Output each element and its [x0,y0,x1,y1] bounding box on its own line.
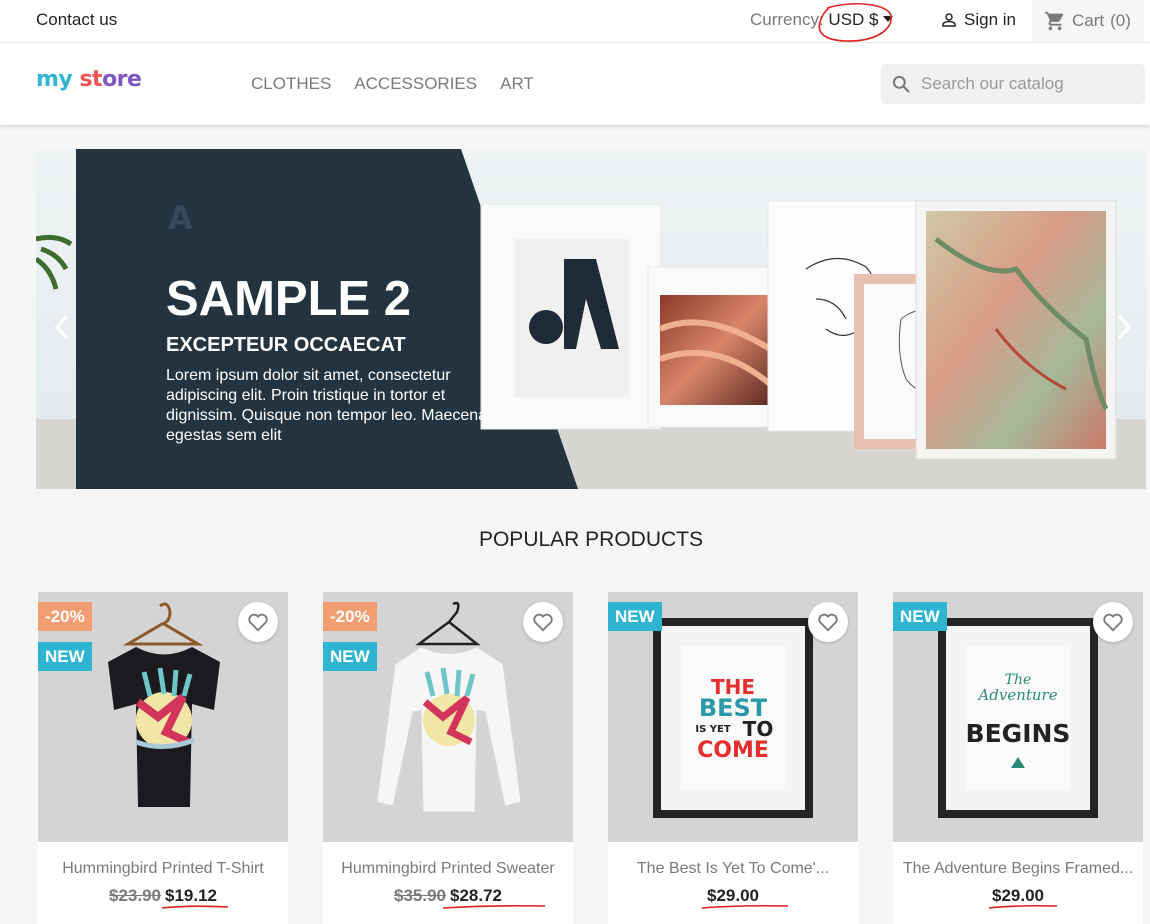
product-card[interactable]: -20% NEW Hummingbird Printed T-Shirt $23… [38,592,288,924]
logo-part: st [79,67,103,92]
user-icon [942,13,956,27]
currency-label: Currency: [750,10,824,29]
cart-count: (0) [1110,11,1131,30]
new-badge: NEW [38,642,92,671]
discount-badge: -20% [323,602,377,631]
poster-line: BEGINS [966,719,1071,748]
annotation-circle [818,3,892,42]
main-header: my store CLOTHES ACCESSORIES ART [0,43,1150,125]
chevron-right-icon[interactable] [1114,312,1134,342]
search-box [881,64,1145,104]
new-badge: NEW [608,602,662,631]
svg-text:A: A [168,199,193,237]
product-card[interactable]: The Adventure BEGINS NEW The Adventure B… [893,592,1143,924]
wishlist-button[interactable] [808,602,848,642]
regular-price: $23.90 [109,886,161,905]
product-card[interactable]: THE BEST IS YET TO COME NEW The Best Is … [608,592,858,924]
product-name[interactable]: Hummingbird Printed Sweater [323,860,573,878]
poster-line: IS YET [695,724,730,735]
wishlist-button[interactable] [523,602,563,642]
wishlist-button[interactable] [238,602,278,642]
heart-icon [248,613,268,632]
heart-icon [533,613,553,632]
contact-us-link[interactable]: Contact us [36,10,117,30]
nav-item-art[interactable]: ART [500,74,534,94]
hero-subtitle: EXCEPTEUR OCCAECAT [166,334,406,356]
cart-label: Cart [1072,11,1105,30]
sign-in-link[interactable]: Sign in [940,10,1016,30]
product-name[interactable]: Hummingbird Printed T-Shirt [38,860,288,878]
heart-icon [818,613,838,632]
logo-part: ore [102,67,142,92]
store-logo[interactable]: my store [36,67,142,92]
wishlist-button[interactable] [1093,602,1133,642]
sign-in-label: Sign in [964,10,1016,29]
logo-part: my [36,67,73,92]
nav-item-accessories[interactable]: ACCESSORIES [354,74,477,94]
hero-carousel: A SAMPLE 2 EXCEPTEUR OCCAECAT Lorem ipsu… [36,149,1146,489]
discount-badge: -20% [38,602,92,631]
product-card[interactable]: -20% NEW Hummingbird Printed Sweater $35… [323,592,573,924]
poster-line: Adventure [976,686,1057,704]
new-badge: NEW [323,642,377,671]
shopping-cart-icon [1044,11,1064,31]
hero-description: Lorem ipsum dolor sit amet, consectetur … [166,367,496,444]
cart-button[interactable]: Cart (0) [1032,0,1144,42]
hero-title: SAMPLE 2 [166,272,412,326]
regular-price: $35.90 [394,886,446,905]
search-input[interactable] [921,74,1121,94]
main-navigation: CLOTHES ACCESSORIES ART [251,74,534,94]
annotation-underline [988,904,1058,909]
poster-line: COME [697,738,769,763]
annotation-underline [161,905,229,909]
new-badge: NEW [893,602,947,631]
search-icon[interactable] [891,74,911,94]
annotation-underline [442,904,546,909]
heart-icon [1103,613,1123,632]
top-bar: Contact us Currency: USD $ Sign in Cart … [0,0,1150,43]
nav-item-clothes[interactable]: CLOTHES [251,74,331,94]
product-name[interactable]: The Adventure Begins Framed... [893,860,1143,878]
section-title: POPULAR PRODUCTS [478,528,704,551]
annotation-underline [701,904,789,909]
chevron-left-icon[interactable] [52,312,72,342]
product-name[interactable]: The Best Is Yet To Come'... [608,860,858,878]
